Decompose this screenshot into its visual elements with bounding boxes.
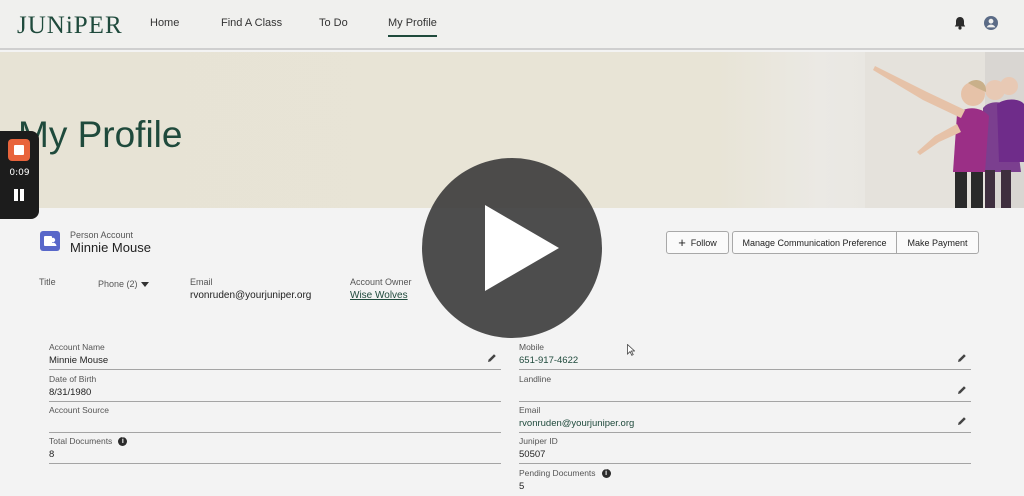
nav-find-a-class[interactable]: Find A Class — [221, 17, 282, 29]
nav-to-do[interactable]: To Do — [319, 17, 348, 29]
juniper-id-field: Juniper ID 50507 — [519, 436, 971, 464]
field-value: 50507 — [519, 449, 546, 460]
edit-pencil-icon[interactable] — [957, 353, 967, 363]
nav-home[interactable]: Home — [150, 17, 179, 29]
pending-documents-field: Pending Documents i 5 — [519, 468, 971, 496]
account-source-field: Account Source — [49, 405, 501, 433]
edit-pencil-icon[interactable] — [957, 416, 967, 426]
highlight-email-value: rvonruden@yourjuniper.org — [190, 290, 312, 301]
make-payment-button[interactable]: Make Payment — [896, 231, 979, 254]
play-icon — [485, 205, 559, 291]
field-label: Account Name — [49, 342, 105, 352]
info-icon[interactable]: i — [601, 468, 611, 478]
phone-dropdown[interactable]: Phone (2) — [98, 279, 149, 289]
field-label: Email — [519, 405, 541, 415]
account-name-field: Account Name Minnie Mouse — [49, 342, 501, 370]
record-name: Minnie Mouse — [70, 240, 151, 255]
edit-pencil-icon[interactable] — [957, 385, 967, 395]
email-field: Email rvonruden@yourjuniper.org — [519, 405, 971, 433]
chevron-down-icon — [140, 282, 149, 288]
email-link[interactable]: rvonruden@yourjuniper.org — [519, 418, 634, 429]
video-play-button[interactable] — [422, 158, 602, 338]
highlight-email-label: Email — [190, 277, 213, 287]
pause-icon[interactable] — [13, 189, 25, 201]
phone-dropdown-label: Phone (2) — [98, 279, 138, 289]
screen-recorder-widget: 0:09 — [0, 131, 39, 219]
highlight-owner-label: Account Owner — [350, 277, 412, 287]
follow-button-label: Follow — [690, 237, 717, 248]
nav-my-profile[interactable]: My Profile — [388, 17, 437, 37]
person-account-icon — [40, 231, 60, 251]
user-avatar-icon[interactable] — [983, 15, 999, 31]
info-icon[interactable]: i — [118, 436, 128, 446]
field-label: Date of Birth — [49, 374, 97, 384]
date-of-birth-field: Date of Birth 8/31/1980 — [49, 374, 501, 402]
field-label: Landline — [519, 374, 552, 384]
field-label: Pending Documents — [519, 468, 596, 478]
record-type-label: Person Account — [70, 230, 134, 240]
field-label-wrap: Total Documents i — [49, 436, 128, 446]
manage-communication-preference-button[interactable]: Manage Communication Preference — [732, 231, 897, 254]
manage-button-label: Manage Communication Preference — [742, 237, 887, 248]
mouse-cursor-icon — [627, 344, 635, 356]
page-title: My Profile — [18, 114, 183, 155]
mobile-phone-link[interactable]: 651-917-4622 — [519, 355, 578, 366]
make-payment-button-label: Make Payment — [907, 237, 968, 248]
bell-icon[interactable] — [952, 15, 968, 31]
landline-field: Landline — [519, 374, 971, 402]
field-value: 8/31/1980 — [49, 387, 92, 398]
recording-timer: 0:09 — [9, 168, 30, 178]
follow-button[interactable]: + Follow — [666, 231, 729, 254]
total-documents-field: Total Documents i 8 — [49, 436, 501, 464]
juniper-logo[interactable]: JUNiPER — [17, 12, 123, 40]
field-value: 5 — [519, 481, 525, 492]
account-owner-link[interactable]: Wise Wolves — [350, 290, 408, 301]
field-label: Account Source — [49, 405, 110, 415]
hero-dance-photo — [865, 52, 1024, 208]
field-label: Juniper ID — [519, 436, 558, 446]
field-label: Mobile — [519, 342, 545, 352]
field-value: 8 — [49, 449, 55, 460]
field-label-wrap: Pending Documents i — [519, 468, 611, 478]
mobile-field: Mobile 651-917-4622 — [519, 342, 971, 370]
highlight-title-label: Title — [39, 277, 56, 287]
edit-pencil-icon[interactable] — [487, 353, 497, 363]
plus-icon: + — [678, 235, 686, 250]
top-nav-bar: JUNiPER Home Find A Class To Do My Profi… — [0, 0, 1024, 50]
field-value: Minnie Mouse — [49, 355, 109, 366]
field-label: Total Documents — [49, 436, 113, 446]
stop-icon[interactable] — [8, 139, 30, 161]
